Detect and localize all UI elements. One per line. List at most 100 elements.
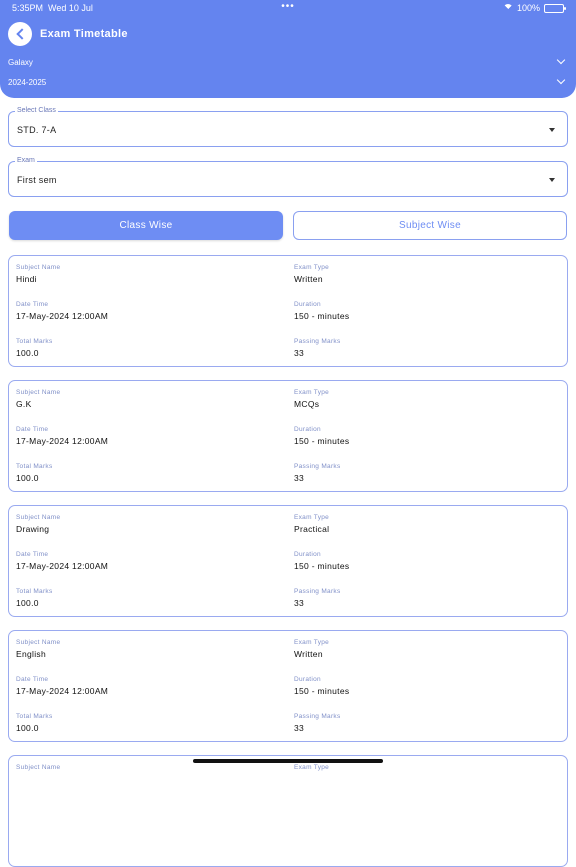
date-time-value: 17-May-2024 12:00AM [16, 561, 109, 571]
app-header: 5:35PM Wed 10 Jul ••• 100% Exam Timetabl… [0, 0, 576, 98]
subject-name-label: Subject Name [16, 389, 61, 396]
status-date: Wed 10 Jul [48, 3, 93, 13]
total-marks-value: 100.0 [16, 598, 39, 608]
subject-name-label: Subject Name [16, 639, 61, 646]
subject-name-cell: Subject Name English [16, 639, 276, 659]
total-marks-value: 100.0 [16, 723, 39, 733]
subject-name-cell: Subject Name G.K [16, 389, 276, 409]
duration-cell: Duration 150 - minutes [294, 676, 554, 696]
passing-marks-label: Passing Marks [294, 338, 341, 345]
duration-value: 150 - minutes [294, 436, 350, 446]
exam-type-cell: Exam Type Written [294, 264, 554, 284]
date-time-value: 17-May-2024 12:00AM [16, 311, 109, 321]
back-button[interactable] [8, 22, 32, 46]
duration-cell: Duration 150 - minutes [294, 426, 554, 446]
passing-marks-value: 33 [294, 723, 305, 733]
select-class-dropdown[interactable]: Select Class STD. 7-A [8, 107, 568, 147]
date-time-value: 17-May-2024 12:00AM [16, 436, 109, 446]
exam-value: First sem [17, 175, 57, 185]
exam-type-label: Exam Type [294, 514, 330, 521]
tab-subject-wise[interactable]: Subject Wise [293, 211, 567, 240]
status-bar: 5:35PM Wed 10 Jul ••• 100% [12, 1, 566, 15]
date-time-label: Date Time [16, 426, 49, 433]
academic-year: 2024-2025 [8, 78, 47, 87]
chevron-down-icon [556, 75, 566, 85]
exam-type-label: Exam Type [294, 264, 330, 271]
date-time-cell: Date Time 17-May-2024 12:00AM [16, 676, 276, 696]
total-marks-value: 100.0 [16, 348, 39, 358]
subject-name-cell: Subject Name Hindi [16, 264, 276, 284]
total-marks-label: Total Marks [16, 338, 53, 345]
total-marks-cell: Total Marks 100.0 [16, 463, 276, 483]
passing-marks-label: Passing Marks [294, 463, 341, 470]
select-class-value: STD. 7-A [17, 125, 57, 135]
battery-icon [544, 3, 566, 13]
duration-label: Duration [294, 426, 321, 433]
passing-marks-cell: Passing Marks 33 [294, 588, 554, 608]
battery-percent: 100% [516, 3, 540, 13]
exam-type-label: Exam Type [294, 389, 330, 396]
page-title: Exam Timetable [40, 28, 128, 40]
exam-type-cell: Exam Type MCQs [294, 389, 554, 409]
total-marks-label: Total Marks [16, 588, 53, 595]
duration-cell: Duration 150 - minutes [294, 551, 554, 571]
duration-value: 150 - minutes [294, 686, 350, 696]
school-name: Galaxy [8, 58, 33, 67]
total-marks-value: 100.0 [16, 473, 39, 483]
multitask-dots-icon: ••• [281, 1, 295, 12]
passing-marks-value: 33 [294, 348, 305, 358]
exam-label: Exam [15, 157, 37, 164]
school-selector[interactable]: Galaxy [8, 55, 566, 72]
passing-marks-label: Passing Marks [294, 588, 341, 595]
exam-card-partial: Subject Name Exam Type [8, 755, 568, 867]
duration-value: 150 - minutes [294, 311, 350, 321]
exam-type-cell: Exam Type Written [294, 639, 554, 659]
passing-marks-value: 33 [294, 473, 305, 483]
duration-label: Duration [294, 676, 321, 683]
exam-type-label: Exam Type [294, 639, 330, 646]
exam-dropdown[interactable]: Exam First sem [8, 157, 568, 197]
subject-name-value: Drawing [16, 524, 50, 534]
exam-card: Subject Name English Exam Type Written Date … [8, 630, 568, 742]
tab-class-wise[interactable]: Class Wise [9, 211, 283, 240]
passing-marks-cell: Passing Marks 33 [294, 463, 554, 483]
exam-type-value: Written [294, 649, 323, 659]
duration-value: 150 - minutes [294, 561, 350, 571]
chevron-down-icon [556, 55, 566, 65]
dropdown-caret-icon [549, 128, 555, 132]
total-marks-cell: Total Marks 100.0 [16, 588, 276, 608]
exam-card: Subject Name Hindi Exam Type Written Date Ti… [8, 255, 568, 367]
exam-type-value: Practical [294, 524, 330, 534]
dropdown-caret-icon [549, 178, 555, 182]
subject-name-value: English [16, 649, 46, 659]
passing-marks-cell: Passing Marks 33 [294, 338, 554, 358]
chevron-left-icon [15, 28, 28, 40]
subject-name-label: Subject Name [16, 514, 61, 521]
date-time-cell: Date Time 17-May-2024 12:00AM [16, 551, 276, 571]
subject-name-cell: Subject Name Drawing [16, 514, 276, 534]
exam-type-value: Written [294, 274, 323, 284]
subject-name-value: Hindi [16, 274, 37, 284]
duration-label: Duration [294, 551, 321, 558]
date-time-label: Date Time [16, 676, 49, 683]
exam-type-value: MCQs [294, 399, 320, 409]
subject-name-label: Subject Name [16, 264, 61, 271]
total-marks-label: Total Marks [16, 463, 53, 470]
passing-marks-label: Passing Marks [294, 713, 341, 720]
date-time-cell: Date Time 17-May-2024 12:00AM [16, 301, 276, 321]
date-time-label: Date Time [16, 301, 49, 308]
status-time: 5:35PM Wed 10 Jul [12, 3, 93, 13]
select-class-label: Select Class [15, 107, 58, 114]
academic-year-selector[interactable]: 2024-2025 [8, 75, 566, 92]
date-time-value: 17-May-2024 12:00AM [16, 686, 109, 696]
passing-marks-cell: Passing Marks 33 [294, 713, 554, 733]
duration-cell: Duration 150 - minutes [294, 301, 554, 321]
date-time-cell: Date Time 17-May-2024 12:00AM [16, 426, 276, 446]
date-time-label: Date Time [16, 551, 49, 558]
passing-marks-value: 33 [294, 598, 305, 608]
total-marks-label: Total Marks [16, 713, 53, 720]
exam-type-cell: Exam Type Practical [294, 514, 554, 534]
total-marks-cell: Total Marks 100.0 [16, 713, 276, 733]
total-marks-cell: Total Marks 100.0 [16, 338, 276, 358]
home-indicator[interactable] [193, 759, 383, 763]
